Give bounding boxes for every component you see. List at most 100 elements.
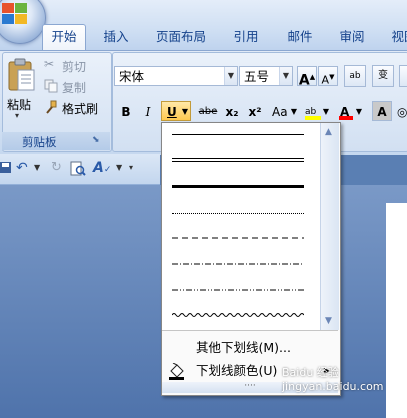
- underline-sample: [172, 134, 304, 135]
- grow-font-button[interactable]: A▲: [297, 66, 317, 89]
- tab-label: 审阅: [339, 29, 365, 44]
- underline-option-thick[interactable]: [172, 178, 304, 196]
- underline-button[interactable]: U ▼: [161, 101, 191, 121]
- underline-option-dash-dot-dot[interactable]: [172, 282, 304, 300]
- character-shading-icon: A: [377, 105, 387, 119]
- tab-review[interactable]: 审阅: [332, 26, 372, 48]
- subscript-icon: x₂: [225, 105, 239, 119]
- tab-label: 开始: [51, 29, 77, 44]
- underline-sample: [172, 313, 304, 317]
- cut-button[interactable]: ✂ 剪切: [44, 57, 108, 75]
- baidu-watermark: Baidu 经验 jingyan.baidu.com: [282, 364, 407, 393]
- underline-option-wave[interactable]: [172, 308, 304, 326]
- gallery-scrollbar[interactable]: ▲ ▼: [320, 123, 339, 330]
- more-underlines-item[interactable]: 其他下划线(M)...: [162, 337, 338, 359]
- paste-dropdown-arrow-icon: ▾: [15, 111, 20, 120]
- scroll-down-icon[interactable]: ▼: [325, 316, 332, 326]
- underline-icon: U: [167, 105, 177, 119]
- bold-icon: B: [121, 105, 131, 119]
- chevron-down-icon[interactable]: ▼: [279, 67, 292, 85]
- character-shading-button[interactable]: A: [372, 101, 392, 121]
- chevron-down-icon[interactable]: ▼: [34, 163, 40, 172]
- chevron-down-icon[interactable]: ▼: [116, 163, 122, 172]
- scissors-icon: ✂: [44, 57, 55, 71]
- menu-separator: [162, 330, 338, 331]
- clipboard-group-label: 剪贴板: [22, 135, 57, 149]
- dialog-launcher-icon[interactable]: ⬊: [92, 135, 100, 145]
- copy-icon: [44, 79, 58, 93]
- redo-icon[interactable]: ↻: [51, 160, 62, 175]
- superscript-button[interactable]: x²: [245, 101, 265, 121]
- tab-insert[interactable]: 插入: [96, 26, 136, 48]
- phonetic-guide-icon: 变: [378, 70, 388, 81]
- scroll-up-icon[interactable]: ▲: [325, 127, 332, 137]
- chevron-down-icon[interactable]: ▼: [224, 67, 237, 85]
- tab-mailings[interactable]: 邮件: [280, 26, 320, 48]
- highlight-button[interactable]: ab ▼: [302, 101, 332, 121]
- enclosed-char-icon[interactable]: ◎: [396, 101, 407, 121]
- format-painter-button[interactable]: 格式刷: [44, 99, 108, 117]
- tab-label: 邮件: [287, 29, 313, 44]
- tab-view[interactable]: 视图: [384, 26, 407, 48]
- underline-sample: [172, 213, 304, 214]
- tab-label: 插入: [103, 29, 129, 44]
- underline-sample: [172, 289, 304, 291]
- undo-icon[interactable]: ↶: [16, 160, 28, 176]
- cut-label: 剪切: [62, 60, 87, 74]
- save-icon[interactable]: [0, 162, 12, 174]
- tab-page-layout[interactable]: 页面布局: [150, 26, 212, 48]
- print-preview-icon[interactable]: [70, 161, 86, 177]
- spelling-check-icon[interactable]: A✓: [93, 160, 111, 176]
- more-underlines-label: 其他下划线(M)...: [196, 340, 291, 355]
- change-case-icon: Aa: [272, 105, 288, 119]
- enclose-char-button[interactable]: [399, 65, 407, 87]
- tab-references[interactable]: 引用: [226, 26, 266, 48]
- tab-label: 页面布局: [155, 29, 206, 44]
- office-logo-icon: [2, 3, 27, 24]
- change-case-button[interactable]: Aa ▼: [268, 101, 300, 121]
- format-painter-label: 格式刷: [62, 102, 99, 116]
- font-color-button[interactable]: A ▼: [335, 101, 365, 121]
- customize-qat-icon[interactable]: ▾: [129, 163, 133, 172]
- copy-label: 复制: [62, 81, 87, 95]
- paintbrush-icon: [46, 100, 57, 114]
- font-name-value: 宋体: [119, 69, 145, 84]
- clear-formatting-icon: ab: [349, 71, 361, 81]
- tab-home[interactable]: 开始: [42, 24, 86, 51]
- underline-option-double[interactable]: [172, 152, 304, 170]
- underline-sample: [172, 161, 304, 162]
- font-size-combo[interactable]: 五号 ▼: [239, 66, 293, 86]
- grip-dots: ····: [244, 381, 256, 391]
- clipboard-icon: [8, 58, 35, 91]
- underline-sample: [172, 263, 304, 265]
- underline-option-dash-dot[interactable]: [172, 256, 304, 274]
- underline-option-dashed[interactable]: [172, 230, 304, 248]
- italic-icon: I: [145, 105, 151, 119]
- underline-color-label: 下划线颜色(U): [196, 363, 278, 378]
- underline-sample: [172, 185, 304, 188]
- watermark-text: Baidu 经验 jingyan.baidu.com: [282, 366, 384, 393]
- underline-option-dotted[interactable]: [172, 204, 304, 222]
- chevron-down-icon[interactable]: ▼: [182, 102, 188, 122]
- chevron-down-icon[interactable]: ▼: [291, 102, 297, 122]
- underline-sample: [172, 158, 304, 159]
- shrink-font-button[interactable]: A▼: [318, 66, 338, 87]
- strikethrough-icon: abe: [198, 106, 218, 117]
- chevron-down-icon[interactable]: ▼: [356, 102, 362, 122]
- clear-formatting-button[interactable]: ab: [344, 65, 366, 87]
- bold-button[interactable]: B: [116, 101, 136, 121]
- superscript-icon: x²: [248, 105, 262, 119]
- italic-button[interactable]: I: [138, 101, 158, 121]
- grow-font-icon: A: [298, 72, 310, 89]
- font-color-swatch: [339, 116, 353, 120]
- copy-button[interactable]: 复制: [44, 78, 108, 96]
- subscript-button[interactable]: x₂: [222, 101, 242, 121]
- font-name-combo[interactable]: 宋体 ▼: [114, 66, 238, 86]
- phonetic-guide-button[interactable]: 变: [372, 65, 394, 87]
- paste-button[interactable]: 粘贴 ▾: [4, 56, 38, 126]
- strikethrough-button[interactable]: abe: [196, 101, 220, 121]
- underline-sample: [172, 237, 304, 239]
- chevron-down-icon[interactable]: ▼: [323, 102, 329, 122]
- underline-option-single[interactable]: [172, 126, 304, 144]
- highlight-color-swatch: [305, 116, 321, 120]
